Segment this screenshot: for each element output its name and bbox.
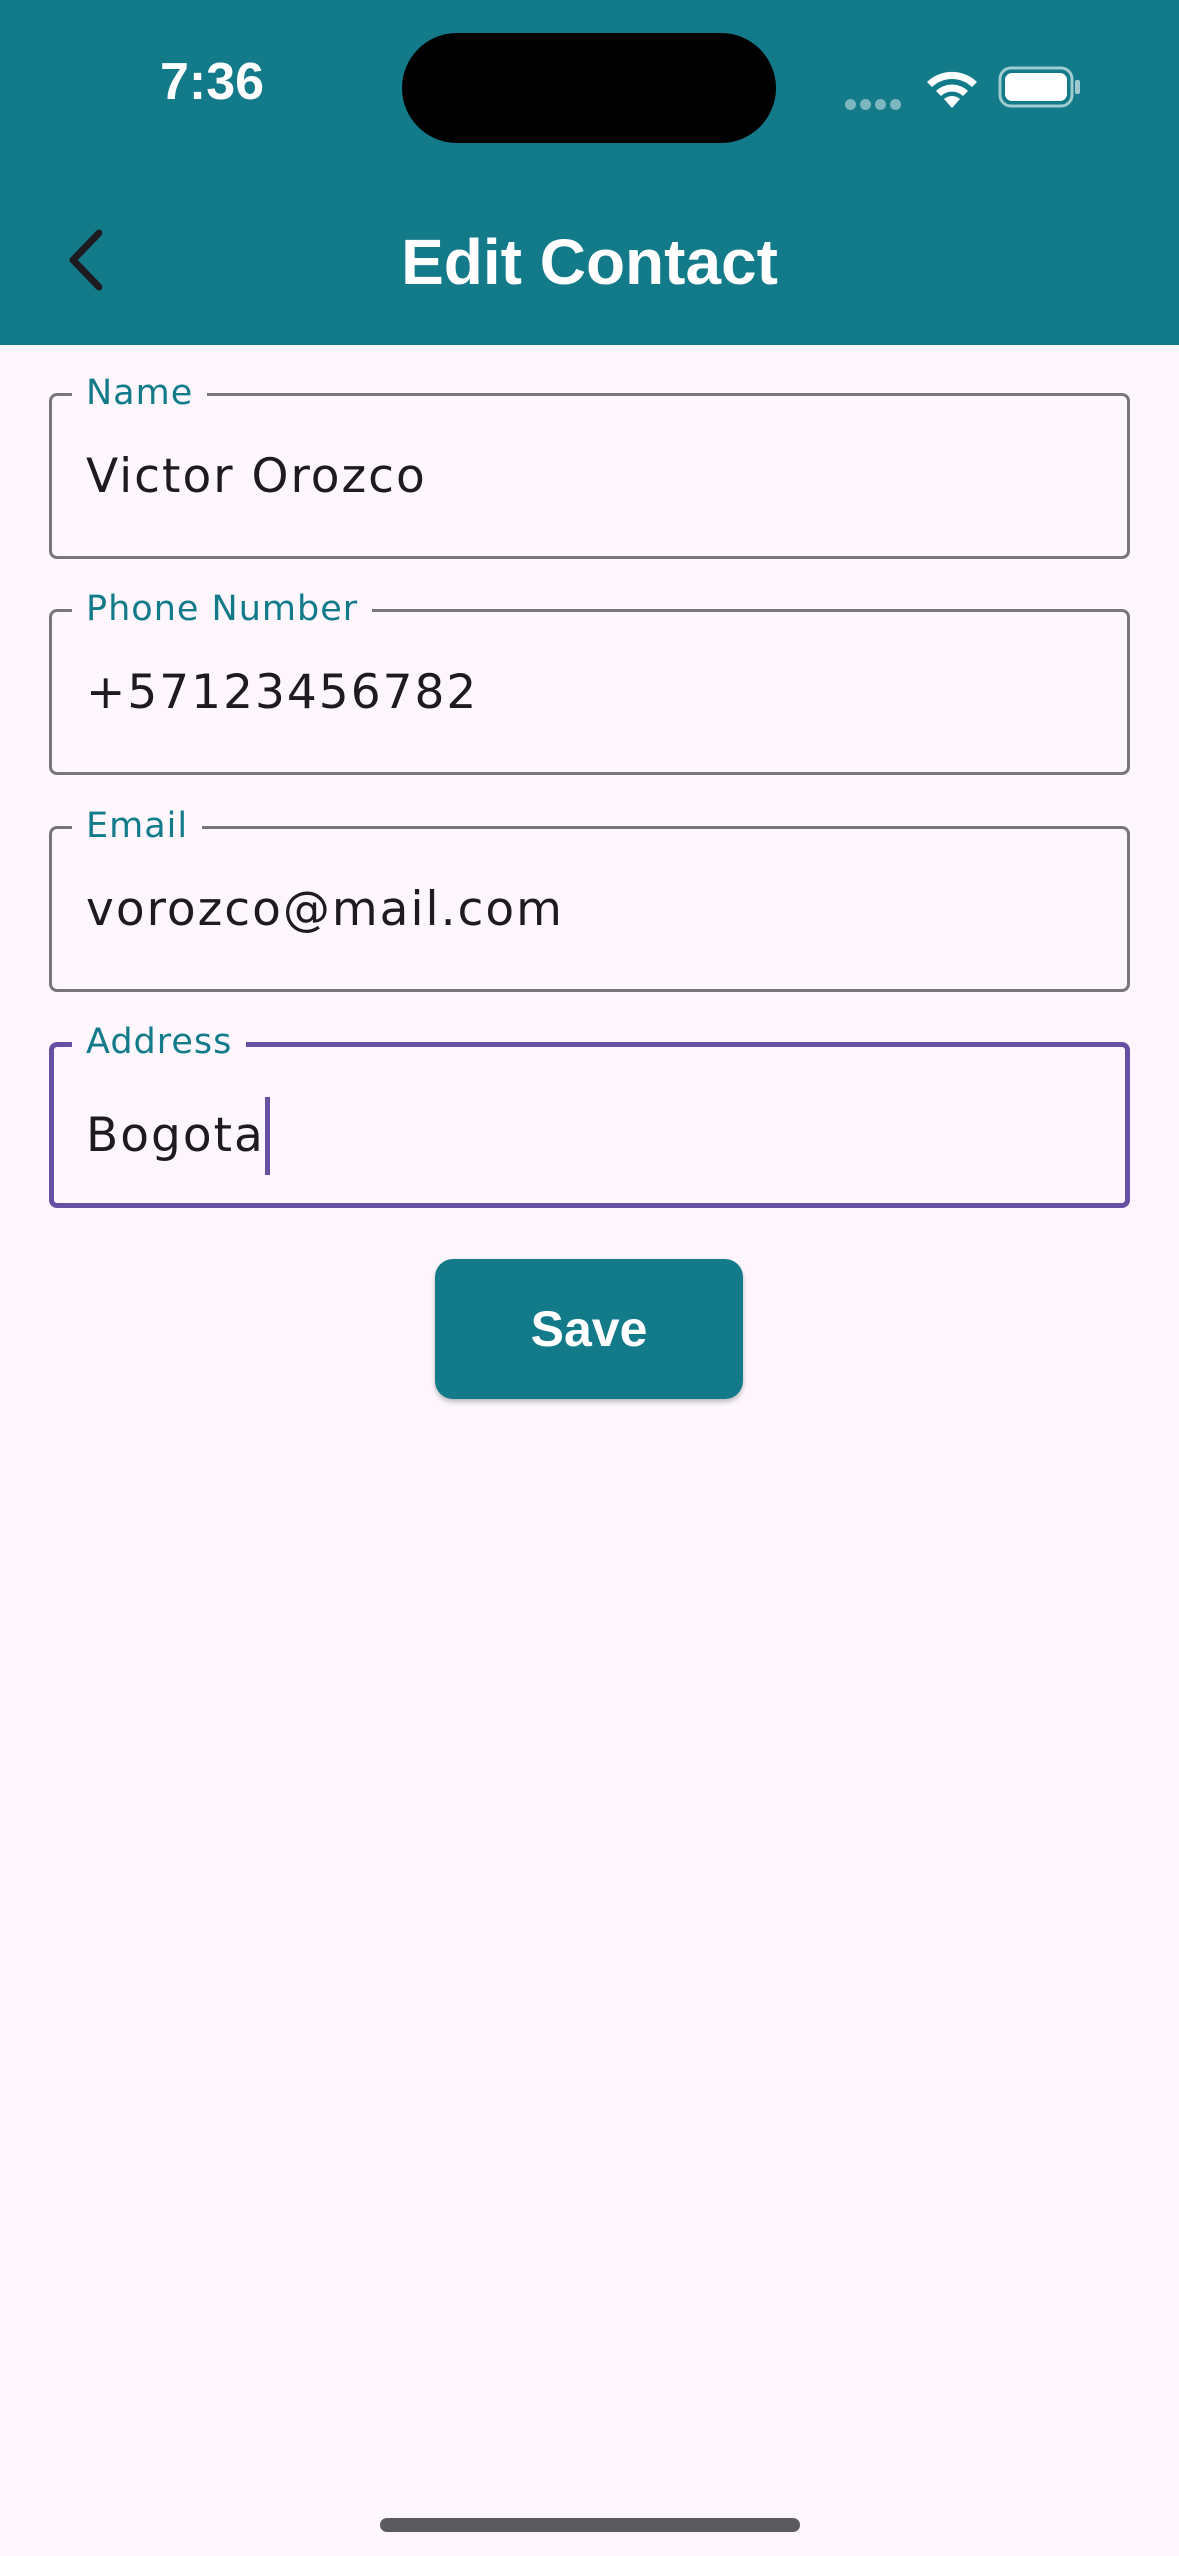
name-field-label: Name <box>72 372 208 414</box>
email-field[interactable]: Email vorozco@mail.com <box>49 805 1130 992</box>
name-field-value[interactable]: Victor Orozco <box>86 448 427 506</box>
save-button[interactable]: Save <box>435 1259 743 1399</box>
address-field-label: Address <box>72 1021 247 1063</box>
phone-number-field-label: Phone Number <box>72 588 373 630</box>
email-field-label: Email <box>72 805 203 847</box>
address-field[interactable]: Address Bogota <box>49 1021 1130 1208</box>
email-field-value[interactable]: vorozco@mail.com <box>86 881 564 939</box>
address-field-value: Bogota <box>86 1108 265 1163</box>
address-field-input[interactable]: Bogota <box>86 1097 270 1175</box>
dynamic-island <box>402 33 776 143</box>
app-bar: 7:36 Edit Contact <box>0 0 1179 345</box>
signal-icon <box>845 95 905 110</box>
wifi-icon <box>927 71 977 108</box>
battery-icon <box>998 66 1080 108</box>
phone-number-field-value[interactable]: +57123456782 <box>86 664 478 722</box>
name-field[interactable]: Name Victor Orozco <box>49 372 1130 559</box>
text-cursor <box>264 1097 270 1175</box>
status-time: 7:36 <box>160 53 265 111</box>
page-title: Edit Contact <box>401 226 778 298</box>
home-indicator[interactable] <box>380 2518 800 2532</box>
phone-number-field[interactable]: Phone Number +57123456782 <box>49 588 1130 775</box>
